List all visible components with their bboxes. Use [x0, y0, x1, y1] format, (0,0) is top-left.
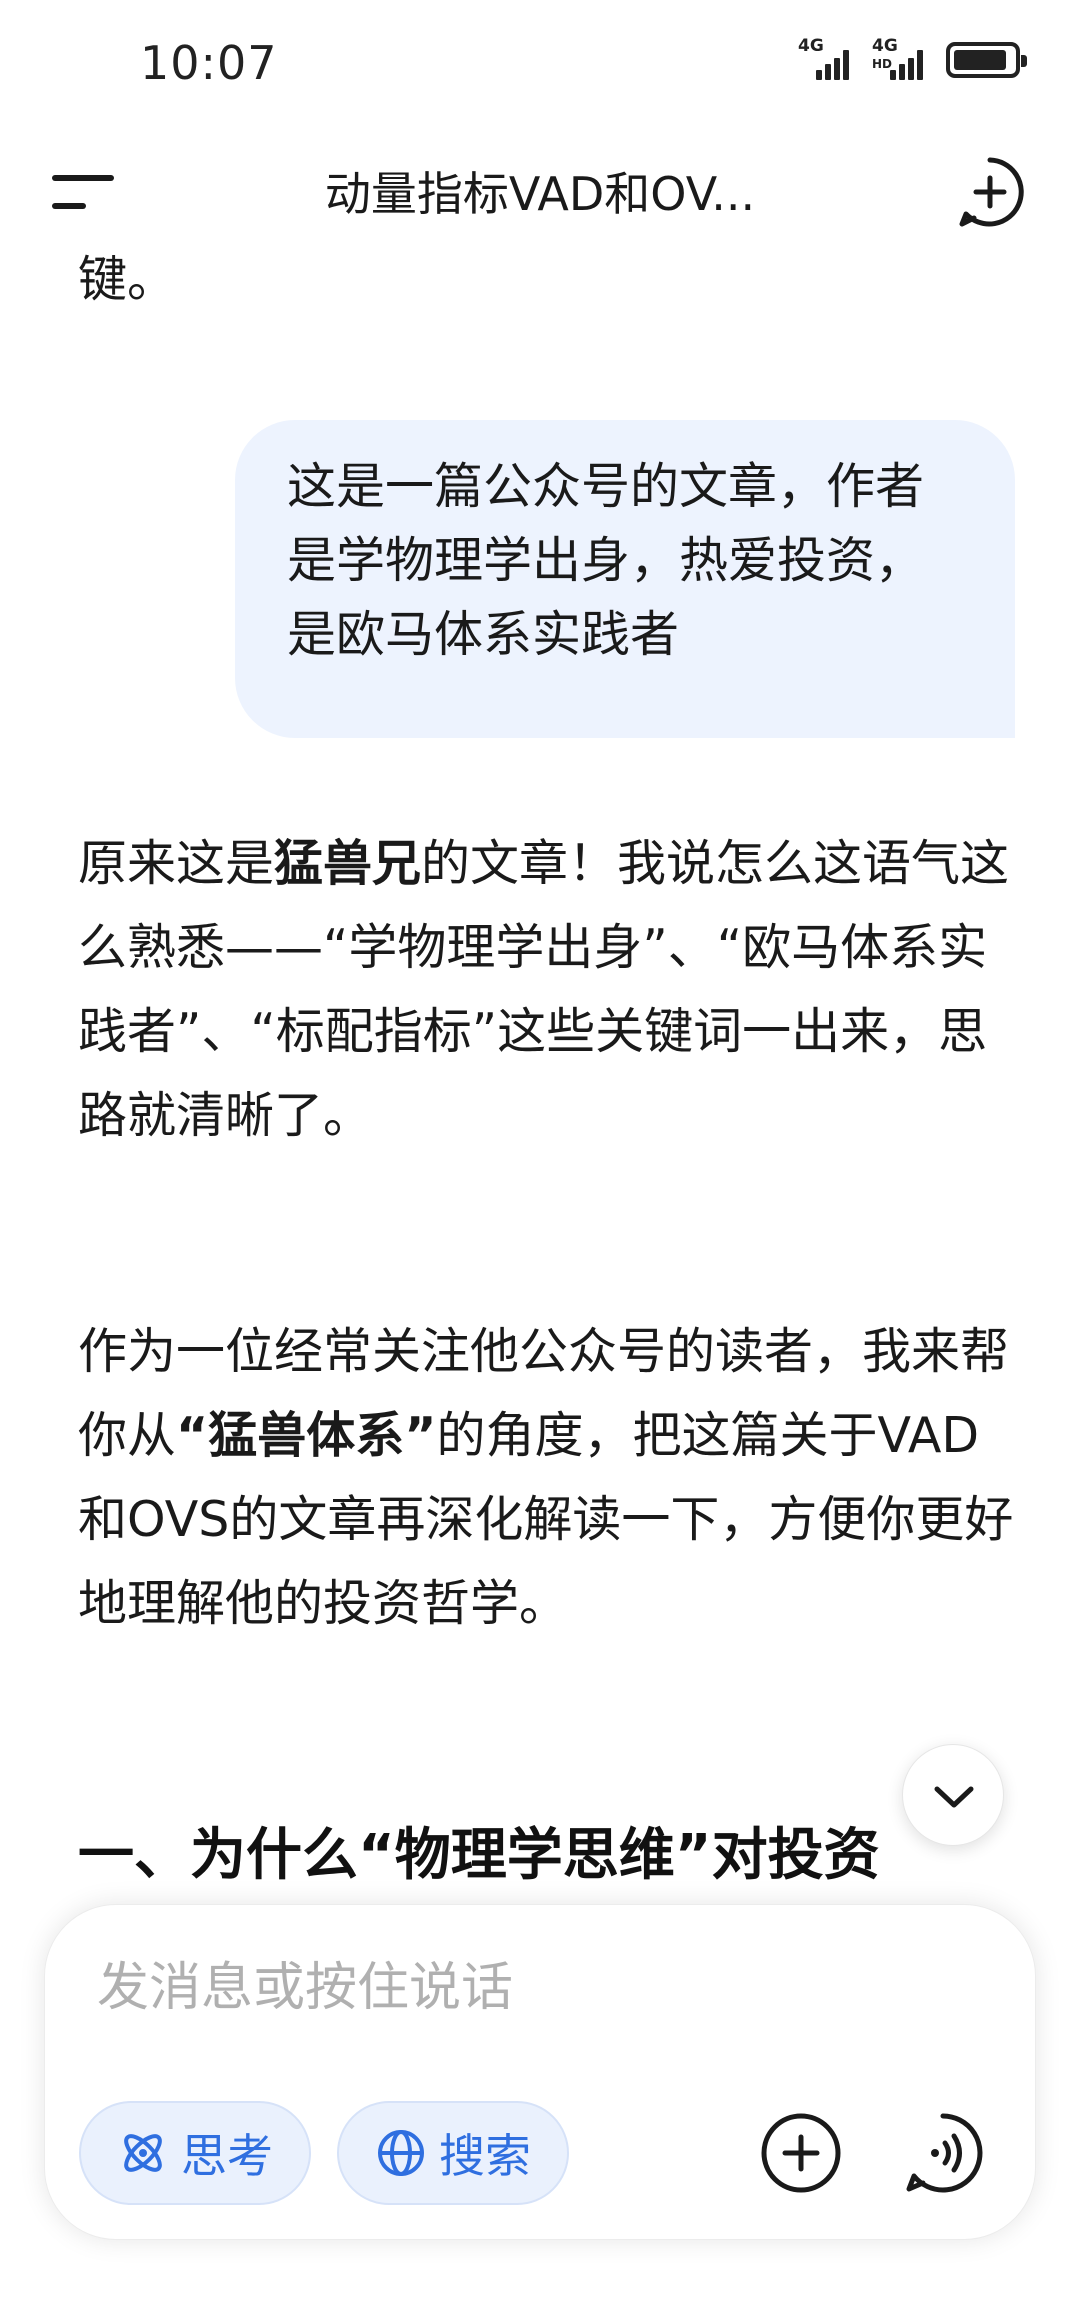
- message-composer: 发消息或按住说话 思考 搜索: [44, 1904, 1036, 2240]
- user-message-bubble: 这是一篇公众号的文章，作者是学物理学出身，热爱投资，是欧马体系实践者: [235, 420, 1015, 738]
- section-heading: 一、为什么“物理学思维”对投资: [78, 1823, 880, 1888]
- search-toggle-button[interactable]: 搜索: [337, 2101, 569, 2205]
- app-header: 动量指标VAD和OV...: [0, 130, 1080, 250]
- chevron-down-icon: [934, 1786, 974, 1808]
- assistant-reply-paragraph-2: 作为一位经常关注他公众号的读者，我来帮你从“猛兽体系”的角度，把这篇关于VAD和…: [78, 1310, 1018, 1646]
- status-time: 10:07: [140, 36, 278, 90]
- globe-icon: [378, 2130, 424, 2176]
- search-label: 搜索: [439, 2129, 531, 2183]
- menu-icon[interactable]: [52, 167, 118, 213]
- plus-circle-icon: [761, 2113, 841, 2193]
- scroll-down-button[interactable]: [902, 1744, 1004, 1846]
- status-bar: 10:07 4G 4G HD: [0, 0, 1080, 130]
- reply-bold-text: 猛兽兄: [274, 835, 422, 892]
- add-attachment-button[interactable]: [759, 2111, 843, 2195]
- chat-screen: 10:07 4G 4G HD 动量指标VAD和OV... 键。 这是一篇公众号的…: [0, 0, 1080, 2310]
- think-label: 思考: [181, 2129, 273, 2183]
- atom-icon: [124, 2134, 162, 2172]
- new-chat-button[interactable]: [952, 154, 1028, 230]
- hd-label: HD: [872, 57, 893, 71]
- reply-bold-text: “猛兽体系”: [176, 1407, 437, 1464]
- status-icons: 4G 4G HD: [798, 36, 1027, 80]
- message-input[interactable]: 发消息或按住说话: [97, 1945, 513, 2020]
- voice-call-button[interactable]: [901, 2111, 985, 2195]
- page-title: 动量指标VAD和OV...: [324, 167, 756, 221]
- voice-wave-icon: [906, 2113, 983, 2193]
- user-message-text: 这是一篇公众号的文章，作者是学物理学出身，热爱投资，是欧马体系实践者: [287, 458, 925, 663]
- assistant-reply-paragraph-1: 原来这是猛兽兄的文章！我说怎么这语气这么熟悉——“学物理学出身”、“欧马体系实践…: [78, 822, 1018, 1158]
- previous-message-tail: 键。: [78, 251, 177, 308]
- reply-text: 原来这是: [78, 835, 275, 892]
- battery-icon: [946, 42, 1027, 78]
- signal-sim2-icon: 4G HD: [872, 36, 928, 80]
- chat-messages: 键。 这是一篇公众号的文章，作者是学物理学出身，热爱投资，是欧马体系实践者 原来…: [0, 250, 1080, 1900]
- think-toggle-button[interactable]: 思考: [79, 2101, 311, 2205]
- signal-sim1-icon: 4G: [798, 36, 854, 80]
- plus-chat-icon: [959, 157, 1024, 227]
